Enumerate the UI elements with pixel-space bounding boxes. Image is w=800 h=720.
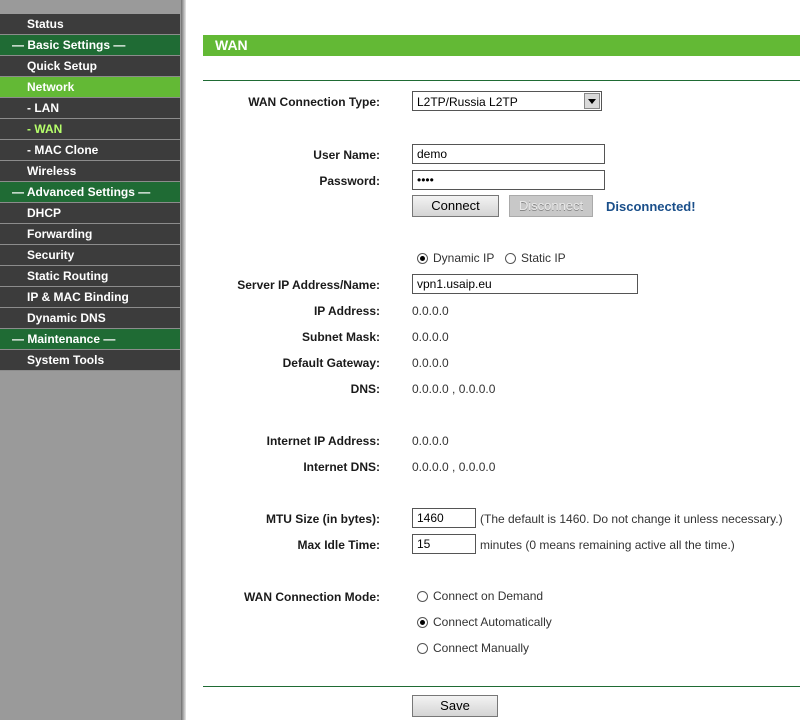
server-label: Server IP Address/Name: [237, 278, 380, 292]
dynamic-ip-label: Dynamic IP [433, 251, 495, 265]
sidebar-section-basic-settings[interactable]: — Basic Settings — [0, 35, 180, 56]
sidebar-item-dynamic-dns[interactable]: Dynamic DNS [0, 308, 180, 329]
sidebar-menu: Status — Basic Settings — Quick Setup Ne… [0, 14, 180, 371]
connection-status: Disconnected! [606, 199, 696, 214]
sidebar-item-dhcp[interactable]: DHCP [0, 203, 180, 224]
idle-time-input[interactable] [412, 534, 476, 554]
static-ip-label: Static IP [521, 251, 566, 265]
username-label: User Name: [313, 148, 380, 162]
sidebar-item-quick-setup[interactable]: Quick Setup [0, 56, 180, 77]
mode-on-demand-radio[interactable]: Connect on Demand [417, 589, 543, 603]
mtu-input[interactable] [412, 508, 476, 528]
mode-manual-label: Connect Manually [433, 641, 530, 655]
sidebar-item-system-tools[interactable]: System Tools [0, 350, 180, 371]
idle-time-label: Max Idle Time: [297, 538, 380, 552]
sidebar: Status — Basic Settings — Quick Setup Ne… [0, 0, 186, 720]
radio-dot-static[interactable] [505, 252, 516, 264]
internet-dns-label: Internet DNS: [303, 460, 380, 474]
connection-type-select[interactable]: L2TP/Russia L2TP [412, 91, 602, 111]
mode-automatic-label: Connect Automatically [433, 615, 552, 629]
dns-value: 0.0.0.0 , 0.0.0.0 [412, 382, 496, 396]
internet-ip-value: 0.0.0.0 [412, 434, 449, 448]
server-input[interactable] [412, 274, 638, 294]
password-label: Password: [319, 174, 380, 188]
dynamic-ip-radio[interactable]: Dynamic IP [417, 251, 494, 265]
mtu-label: MTU Size (in bytes): [265, 512, 380, 526]
sidebar-item-status[interactable]: Status [0, 14, 180, 35]
default-gateway-label: Default Gateway: [282, 356, 380, 370]
mode-manual-radio[interactable]: Connect Manually [417, 641, 529, 655]
subnet-mask-label: Subnet Mask: [301, 330, 380, 344]
internet-ip-label: Internet IP Address: [266, 434, 380, 448]
connection-type-label: WAN Connection Type: [248, 95, 380, 109]
sidebar-item-ip-mac-binding[interactable]: IP & MAC Binding [0, 287, 180, 308]
connect-button[interactable]: Connect [412, 195, 499, 217]
radio-dot-on-demand[interactable] [417, 590, 428, 602]
save-button[interactable]: Save [412, 695, 498, 717]
sidebar-item-forwarding[interactable]: Forwarding [0, 224, 180, 245]
default-gateway-value: 0.0.0.0 [412, 356, 449, 370]
sidebar-item-static-routing[interactable]: Static Routing [0, 266, 180, 287]
page-title: WAN [203, 35, 800, 56]
radio-dot-automatic[interactable] [417, 616, 428, 628]
subnet-mask-value: 0.0.0.0 [412, 330, 449, 344]
radio-dot-dynamic[interactable] [417, 252, 428, 264]
mtu-note: (The default is 1460. Do not change it u… [480, 512, 783, 526]
sidebar-section-maintenance[interactable]: — Maintenance — [0, 329, 180, 350]
main-panel: WAN WAN Connection Type: L2TP/Russia L2T… [186, 0, 800, 720]
ip-address-label: IP Address: [313, 304, 380, 318]
sidebar-item-security[interactable]: Security [0, 245, 180, 266]
sidebar-item-wan[interactable]: - WAN [0, 119, 180, 140]
top-divider [203, 80, 800, 81]
radio-dot-manual[interactable] [417, 642, 428, 654]
username-input[interactable] [412, 144, 605, 164]
sidebar-item-wireless[interactable]: Wireless [0, 161, 180, 182]
connection-mode-label: WAN Connection Mode: [244, 590, 380, 604]
mode-on-demand-label: Connect on Demand [433, 589, 544, 603]
sidebar-item-network[interactable]: Network [0, 77, 180, 98]
internet-dns-value: 0.0.0.0 , 0.0.0.0 [412, 460, 496, 474]
idle-time-note: minutes (0 means remaining active all th… [480, 538, 735, 552]
sidebar-section-advanced-settings[interactable]: — Advanced Settings — [0, 182, 180, 203]
dns-label: DNS: [350, 382, 380, 396]
sidebar-item-lan[interactable]: - LAN [0, 98, 180, 119]
connection-type-value: L2TP/Russia L2TP [417, 95, 518, 109]
disconnect-button[interactable]: Disconnect [509, 195, 593, 217]
sidebar-item-mac-clone[interactable]: - MAC Clone [0, 140, 180, 161]
chevron-down-icon[interactable] [584, 93, 600, 109]
mode-automatic-radio[interactable]: Connect Automatically [417, 615, 552, 629]
password-input[interactable] [412, 170, 605, 190]
static-ip-radio[interactable]: Static IP [505, 251, 566, 265]
bottom-divider [203, 686, 800, 687]
ip-address-value: 0.0.0.0 [412, 304, 449, 318]
